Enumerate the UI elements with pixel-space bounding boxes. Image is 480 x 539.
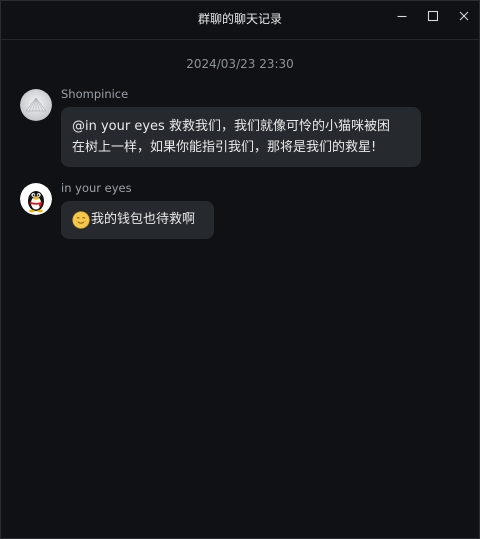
minimize-icon <box>397 15 407 18</box>
qq-penguin-avatar-icon <box>20 183 52 215</box>
smile-emoji-icon <box>72 210 90 229</box>
maximize-button[interactable] <box>422 7 444 25</box>
message-timestamp: 2024/03/23 23:30 <box>186 57 294 71</box>
maximize-icon <box>427 10 439 22</box>
message-bubble: 我的钱包也待救啊 <box>61 201 214 239</box>
close-button[interactable] <box>453 7 475 25</box>
fan-avatar-icon <box>20 89 52 121</box>
message-text-line: 在树上一样，如果你能指引我们，那将是我们的救星! <box>72 140 377 155</box>
sender-name: in your eyes <box>61 181 132 195</box>
sender-avatar[interactable] <box>20 89 52 121</box>
message-text: 我的钱包也待救啊 <box>91 212 196 227</box>
message-bubble: @in your eyes 救救我们，我们就像可怜的小猫咪被困 在树上一样，如果… <box>61 107 421 167</box>
sender-avatar[interactable] <box>20 183 52 215</box>
title-bar: 群聊的聊天记录 <box>1 1 479 40</box>
minimize-button[interactable] <box>391 7 413 25</box>
chat-history-window: 群聊的聊天记录 2024/03/23 23:30 Shompinice @in … <box>0 0 480 539</box>
close-icon <box>459 11 469 21</box>
message-text-line: @in your eyes 救救我们，我们就像可怜的小猫咪被困 <box>72 119 390 134</box>
sender-name: Shompinice <box>61 87 129 101</box>
